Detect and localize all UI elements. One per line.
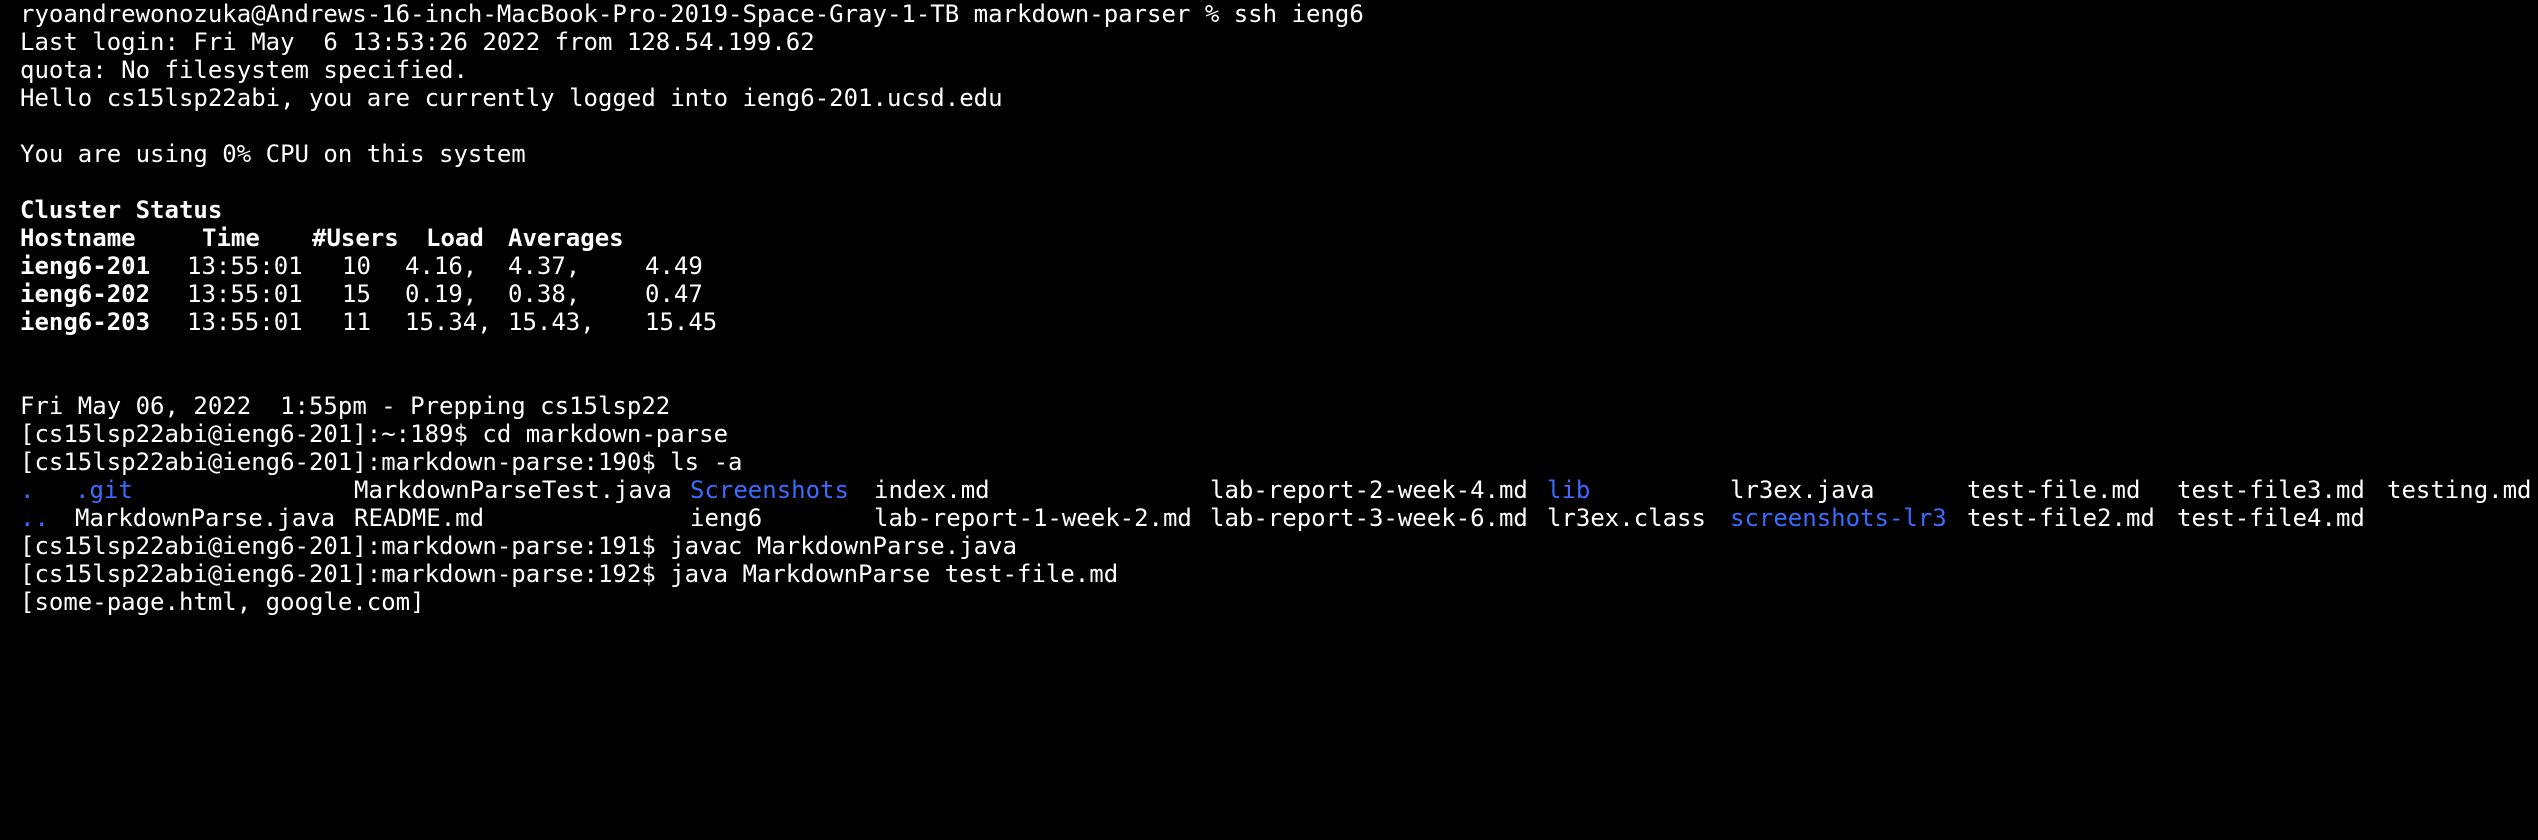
ssh-command-line: ryoandrewonozuka@Andrews-16-inch-MacBook…: [20, 0, 1364, 28]
cluster-load-1: 0.19,: [405, 280, 478, 308]
last-login-line: Last login: Fri May 6 13:53:26 2022 from…: [20, 28, 815, 56]
ls-entry-directory: .git: [75, 476, 133, 504]
ls-entry-file: test-file.md: [1967, 476, 2141, 504]
ls-output-row-2: .. MarkdownParse.java README.md ieng6 la…: [20, 504, 2530, 532]
cluster-load-3: 15.45: [645, 308, 718, 336]
ls-entry-directory: .: [20, 476, 35, 504]
cluster-hostname: ieng6-203: [20, 308, 151, 336]
program-output-line: [some-page.html, google.com]: [20, 588, 425, 616]
quota-line: quota: No filesystem specified.: [20, 56, 468, 84]
cluster-hostname: ieng6-202: [20, 280, 151, 308]
header-averages: Averages: [508, 224, 624, 252]
java-command-line: [cs15lsp22abi@ieng6-201]:markdown-parse:…: [20, 560, 1119, 588]
ls-command-line: [cs15lsp22abi@ieng6-201]:markdown-parse:…: [20, 448, 743, 476]
ls-entry-file: test-file3.md: [2177, 476, 2365, 504]
ls-entry-file: test-file2.md: [1967, 504, 2155, 532]
ls-entry-directory: ..: [20, 504, 49, 532]
ls-entry-file: testing.md: [2387, 476, 2532, 504]
ls-entry-file: lab-report-2-week-4.md: [1210, 476, 1528, 504]
cluster-time: 13:55:01: [187, 280, 303, 308]
cluster-row: ieng6-203 13:55:01 11 15.34, 15.43, 15.4…: [20, 308, 720, 336]
ls-entry-file: README.md: [354, 504, 485, 532]
cluster-load-3: 0.47: [645, 280, 703, 308]
cluster-load-2: 4.37,: [508, 252, 581, 280]
ls-entry-file: index.md: [874, 476, 990, 504]
cluster-users: 10: [342, 252, 371, 280]
ls-entry-directory: Screenshots: [690, 476, 849, 504]
ls-entry-file: lab-report-1-week-2.md: [874, 504, 1192, 532]
javac-command-line: [cs15lsp22abi@ieng6-201]:markdown-parse:…: [20, 532, 1017, 560]
login-banner: Fri May 06, 2022 1:55pm - Prepping cs15l…: [20, 392, 671, 420]
cluster-status-title: Cluster Status: [20, 196, 223, 224]
cluster-hostname: ieng6-201: [20, 252, 151, 280]
cluster-table-header: Hostname Time #Users Load Averages: [20, 224, 720, 252]
cd-command-line: [cs15lsp22abi@ieng6-201]:~:189$ cd markd…: [20, 420, 729, 448]
ls-entry-file: lr3ex.class: [1547, 504, 1706, 532]
header-load: Load: [426, 224, 484, 252]
ls-entry-file: MarkdownParseTest.java: [354, 476, 672, 504]
cluster-time: 13:55:01: [187, 252, 303, 280]
cluster-users: 11: [342, 308, 371, 336]
ls-entry-file: test-file4.md: [2177, 504, 2365, 532]
header-time: Time: [202, 224, 260, 252]
terminal-window[interactable]: ryoandrewonozuka@Andrews-16-inch-MacBook…: [20, 0, 2532, 616]
ls-entry-file: lr3ex.java: [1730, 476, 1875, 504]
cluster-users: 15: [342, 280, 371, 308]
ls-entry-directory: lib: [1547, 476, 1591, 504]
cluster-load-3: 4.49: [645, 252, 703, 280]
ls-output-row-1: . .git MarkdownParseTest.java Screenshot…: [20, 476, 2532, 504]
cluster-row: ieng6-201 13:55:01 10 4.16, 4.37, 4.49: [20, 252, 720, 280]
header-hostname: Hostname: [20, 224, 136, 252]
ls-entry-file: lab-report-3-week-6.md: [1210, 504, 1528, 532]
cluster-load-2: 0.38,: [508, 280, 581, 308]
header-users: #Users: [312, 224, 399, 252]
ls-entry-file: MarkdownParse.java: [75, 504, 336, 532]
cluster-load-1: 4.16,: [405, 252, 478, 280]
cluster-time: 13:55:01: [187, 308, 303, 336]
ls-entry-file: ieng6: [690, 504, 763, 532]
ls-entry-directory: screenshots-lr3: [1730, 504, 1947, 532]
cpu-usage-line: You are using 0% CPU on this system: [20, 140, 526, 168]
hello-line: Hello cs15lsp22abi, you are currently lo…: [20, 84, 1003, 112]
cluster-load-2: 15.43,: [508, 308, 595, 336]
cluster-load-1: 15.34,: [405, 308, 492, 336]
cluster-row: ieng6-202 13:55:01 15 0.19, 0.38, 0.47: [20, 280, 720, 308]
